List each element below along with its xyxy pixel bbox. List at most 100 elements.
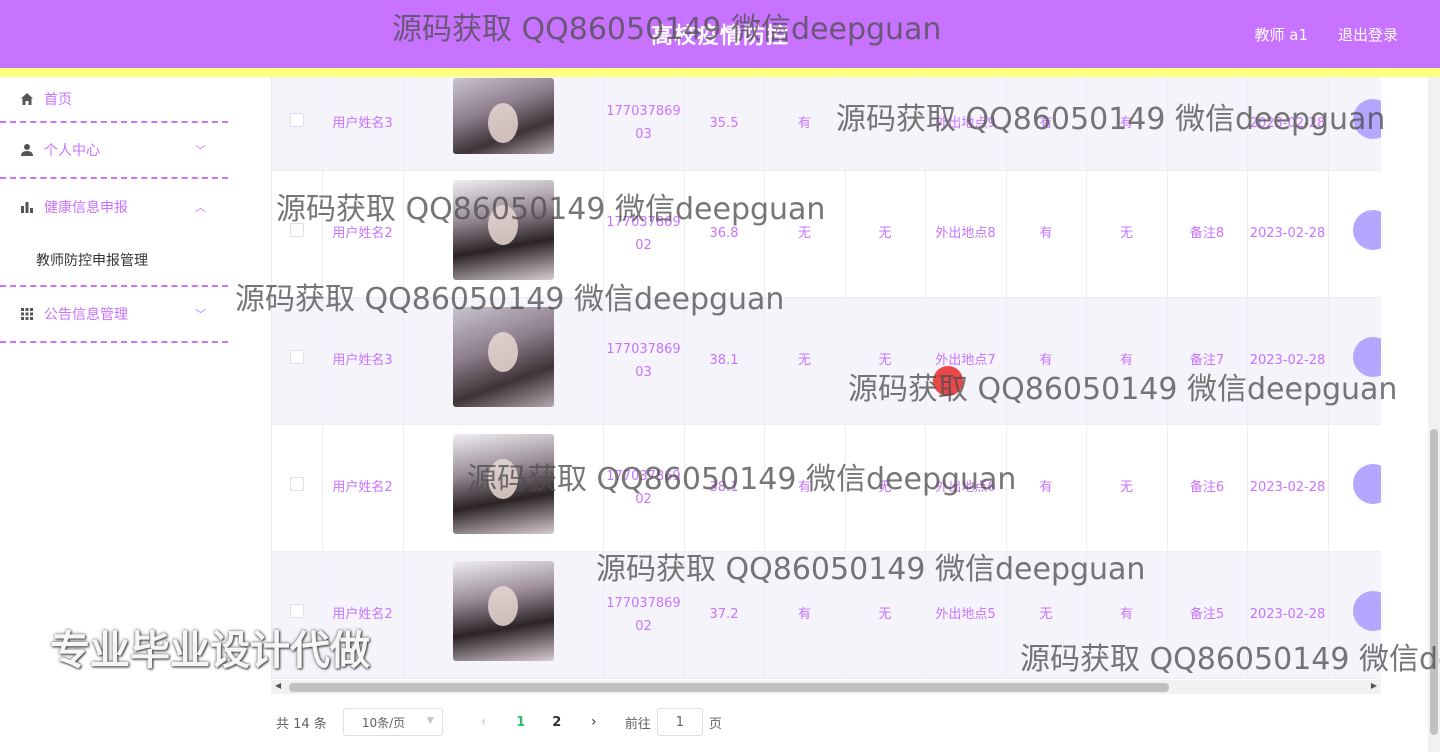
goto-page-input[interactable] [656, 708, 703, 736]
cell-temperature: 38.1 [684, 424, 765, 552]
vertical-scrollbar[interactable] [1428, 77, 1440, 752]
cell-field: 无 [1006, 551, 1087, 679]
cell-place: 外出地点9 [925, 77, 1007, 171]
sidebar-item-profile[interactable]: 个人中心 ﹀ [0, 123, 228, 179]
sidebar-item-label: 首页 [44, 92, 72, 108]
chevron-down-icon: ▼ [426, 716, 434, 726]
user-photo [452, 433, 554, 534]
user-photo [452, 78, 554, 155]
cell-remark: 备注6 [1167, 424, 1248, 552]
cell-field: 有 [1086, 551, 1168, 679]
cell-field: 有 [1086, 297, 1168, 425]
scroll-left-icon[interactable]: ◀ [275, 681, 281, 690]
cell-date: 2023-02-28 [1247, 77, 1329, 171]
page-size-select[interactable]: 10条/页 ▼ [342, 708, 443, 736]
sidebar-item-label: 个人中心 [44, 143, 100, 159]
cell-temperature: 36.8 [684, 170, 765, 298]
scrollbar-thumb[interactable] [289, 683, 1169, 692]
table-row: 用户姓名2 17703786902 36.8 无 无 外出地点8 有 无 备注8… [272, 170, 1381, 298]
cell-date: 2023-02-28 [1247, 170, 1329, 298]
cell-field: 有 [1006, 297, 1087, 425]
table-row: 用户姓名2 17703786902 37.2 有 无 外出地点5 无 有 备注5… [272, 551, 1381, 679]
current-user: 教师 a1 [1254, 26, 1308, 44]
detail-button[interactable] [1352, 463, 1381, 504]
total-count: 共 14 条 [276, 716, 327, 732]
scrollbar-thumb[interactable] [1430, 429, 1438, 735]
grid-icon [20, 307, 34, 321]
chevron-down-icon: ﹀ [195, 144, 206, 157]
sidebar-item-label: 健康信息申报 [44, 200, 128, 216]
cell-field [845, 77, 926, 171]
cell-field: 无 [845, 551, 926, 679]
cell-phone: 17703786902 [603, 424, 685, 552]
cell-field: 有 [764, 551, 846, 679]
user-photo [452, 179, 554, 280]
sidebar-item-label: 公告信息管理 [44, 307, 128, 323]
cell-field: 有 [1006, 170, 1087, 298]
cell-temperature: 37.2 [684, 551, 765, 679]
scroll-right-icon[interactable]: ▶ [1371, 681, 1377, 690]
user-photo [452, 306, 554, 407]
row-checkbox[interactable] [289, 604, 304, 618]
detail-button[interactable] [1352, 590, 1381, 631]
cell-phone: 17703786902 [603, 170, 685, 298]
cell-field: 无 [845, 170, 926, 298]
table-row: 用户姓名3 17703786903 38.1 无 无 外出地点7 有 有 备注7… [272, 297, 1381, 425]
cell-place: 外出地点6 [925, 424, 1007, 552]
cell-field: 无 [764, 170, 846, 298]
table-row: 用户姓名2 17703786902 38.1 有 无 外出地点6 有 无 备注6… [272, 424, 1381, 552]
table-row: 用户姓名3 17703786903 35.5 有 外出地点9 有 有 2023-… [272, 77, 1381, 171]
cell-place: 外出地点5 [925, 551, 1007, 679]
sidebar-item-health-report[interactable]: 健康信息申报 ︿ [0, 179, 228, 235]
sidebar-item-home[interactable]: 首页 [0, 77, 228, 123]
cell-temperature: 35.5 [684, 77, 765, 171]
cell-place: 外出地点7 [925, 297, 1007, 425]
cell-field: 无 [845, 424, 926, 552]
row-checkbox[interactable] [289, 350, 304, 364]
main-content: 用户姓名3 17703786903 35.5 有 外出地点9 有 有 2023-… [228, 77, 1440, 752]
cell-phone: 17703786903 [603, 77, 685, 171]
cell-remark: 备注7 [1167, 297, 1248, 425]
app-title: 高校疫情防控 [650, 24, 789, 49]
sidebar-subitem-teacher-report[interactable]: 教师防控申报管理 [0, 235, 228, 287]
watermark-banner: 专业毕业设计代做 [50, 628, 370, 674]
cell-temperature: 38.1 [684, 297, 765, 425]
cell-name: 用户姓名3 [322, 297, 404, 425]
row-checkbox[interactable] [289, 223, 304, 237]
cell-name: 用户姓名3 [322, 77, 404, 171]
cell-field: 无 [1086, 170, 1168, 298]
detail-button[interactable] [1352, 336, 1381, 377]
person-icon [20, 143, 34, 157]
cell-field: 有 [1086, 77, 1168, 171]
goto-suffix: 页 [708, 716, 722, 732]
cell-remark: 备注5 [1167, 551, 1248, 679]
sidebar-item-notice[interactable]: 公告信息管理 ﹀ [0, 287, 228, 343]
row-checkbox[interactable] [289, 477, 304, 491]
top-bar-stripe [0, 68, 1440, 77]
logout-link[interactable]: 退出登录 [1338, 24, 1398, 45]
next-page-button[interactable]: › [575, 714, 613, 730]
user-photo [452, 560, 554, 661]
cursor-highlight [933, 366, 963, 396]
cell-field: 无 [1086, 424, 1168, 552]
cell-remark [1167, 77, 1248, 171]
prev-page-button[interactable]: ‹ [465, 714, 503, 730]
horizontal-scrollbar[interactable]: ◀ ▶ [271, 680, 1381, 694]
bar-chart-icon [20, 200, 34, 214]
goto-label: 前往 [624, 716, 651, 732]
page-size-value: 10条/页 [361, 715, 406, 730]
cell-name: 用户姓名2 [322, 170, 404, 298]
row-checkbox[interactable] [289, 112, 304, 127]
detail-button[interactable] [1352, 99, 1381, 140]
page-2-button[interactable]: 2 [539, 715, 575, 730]
cell-phone: 17703786902 [603, 551, 685, 679]
pagination: 共 14 条 10条/页 ▼ ‹ 1 2 › 前往 页 [276, 708, 722, 736]
cell-name: 用户姓名2 [322, 424, 404, 552]
detail-button[interactable] [1352, 209, 1381, 250]
chevron-down-icon: ﹀ [195, 308, 206, 321]
page-1-button[interactable]: 1 [503, 715, 539, 730]
cell-remark: 备注8 [1167, 170, 1248, 298]
cell-field: 有 [764, 424, 846, 552]
cell-place: 外出地点8 [925, 170, 1007, 298]
data-table: 用户姓名3 17703786903 35.5 有 外出地点9 有 有 2023-… [271, 77, 1381, 680]
